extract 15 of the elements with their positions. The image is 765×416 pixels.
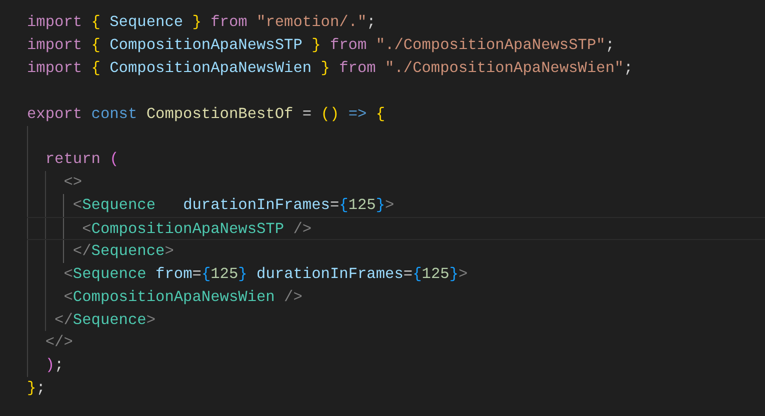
code-line: <Sequence durationInFrames={125}> — [72, 196, 394, 214]
code-line: }; — [27, 379, 46, 398]
code-line: <CompositionApaNewsWien /> — [62, 288, 302, 306]
code-line: import { CompositionApaNewsSTP } from "./CompositionApaNewsSTP"; — [27, 36, 615, 54]
code-line: <> — [62, 173, 82, 192]
code-line: ); — [44, 356, 64, 374]
code-line: export const CompostionBestOf = () => { — [27, 104, 386, 123]
code-line: </> — [44, 333, 73, 352]
code-line: </Sequence> — [72, 242, 174, 260]
code-line: import { Sequence } from "remotion/."; — [27, 13, 376, 31]
code-line: import { CompositionApaNewsWien } from "./CompositionApaNewsWien"; — [27, 58, 633, 77]
code-line: </Sequence> — [54, 310, 156, 329]
code-line: return ( — [44, 150, 119, 168]
code-line: <Sequence from={125} durationInFrames={125}> — [62, 264, 468, 283]
code-line: <CompositionApaNewsSTP /> — [81, 220, 312, 238]
